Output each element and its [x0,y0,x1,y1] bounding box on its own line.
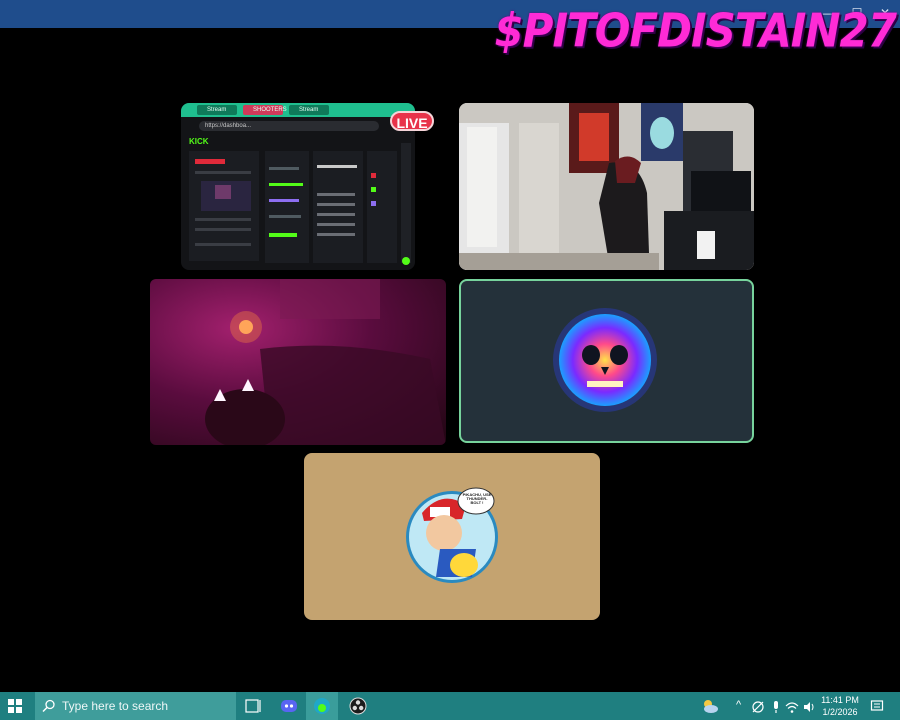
webcam-tile-pink[interactable] [150,279,446,445]
app-tray-icon[interactable] [751,700,765,714]
obs-icon[interactable] [348,696,368,716]
avatar-tile-skull[interactable] [459,279,754,443]
webcam-tile-room[interactable] [459,103,754,270]
screen-share-tile[interactable]: Stream SHOOTERS Stream https://dashboa..… [181,103,415,270]
skull-avatar [553,308,657,412]
show-hidden-icons-chevron[interactable]: ^ [736,699,741,711]
webcam-video [459,103,754,270]
ash-avatar [406,487,498,583]
search-placeholder: Type here to search [62,699,169,713]
search-icon [42,699,55,713]
taskbar: Type here to search [0,692,900,720]
volume-icon[interactable] [802,700,816,714]
taskbar-clock[interactable]: 11:41 PM 1/2/2026 [820,694,860,718]
browser-edge-icon[interactable] [312,696,332,716]
notifications-icon[interactable] [870,699,884,713]
clock-time: 11:41 PM [821,695,859,705]
speech-bubble-text: PIKACHU, USE THUNDER-BOLT ! [462,492,492,505]
avatar-tile-ash[interactable]: PIKACHU, USE THUNDER-BOLT ! [304,453,600,620]
windows-start-icon[interactable] [6,697,24,715]
discord-icon[interactable] [279,696,299,716]
weather-icon[interactable] [700,696,720,716]
microphone-icon[interactable] [770,700,782,714]
task-view-icon[interactable] [243,696,263,716]
live-badge: LIVE [390,111,434,131]
taskbar-search-box[interactable]: Type here to search [35,692,236,720]
webcam-video [205,279,446,445]
wifi-icon[interactable] [785,700,799,714]
channel-name-overlay: $PITOFDISTAIN27 [494,3,897,58]
dashboard-preview [189,143,411,265]
clock-date: 1/2/2026 [822,707,858,717]
